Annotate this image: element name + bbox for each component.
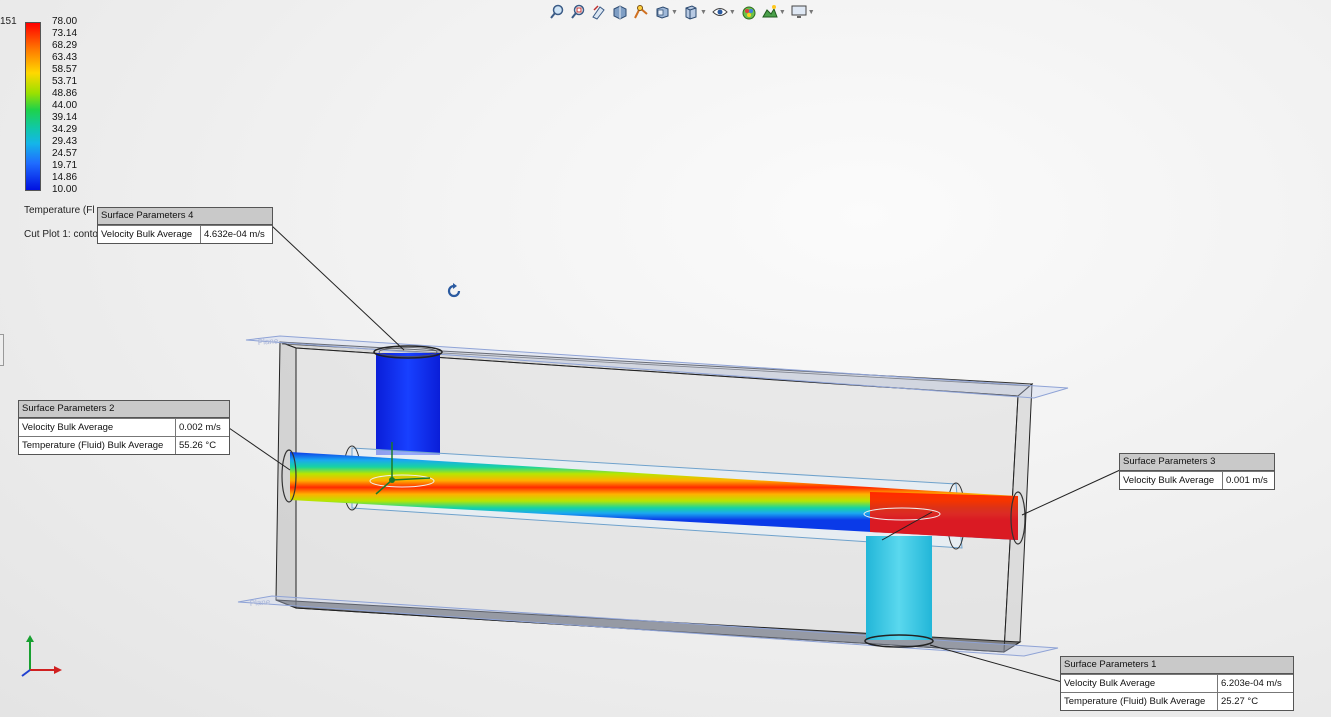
bottom-plane-label: Plane — [249, 597, 271, 608]
chevron-down-icon: ▼ — [778, 8, 786, 16]
legend-color-bar — [25, 22, 41, 191]
display-style-icon — [685, 5, 697, 20]
legend-value: 68.29 — [52, 40, 78, 51]
legend-cut-number: 151 — [0, 16, 17, 27]
display-style-button[interactable]: ▼ — [682, 2, 708, 22]
legend-value: 78.00 — [52, 16, 78, 27]
callout-row: Velocity Bulk Average 0.002 m/s — [19, 418, 229, 436]
appearance-icon — [742, 6, 756, 20]
cold-inlet-pipe[interactable] — [373, 345, 443, 455]
cool-outlet-pipe[interactable] — [864, 536, 934, 648]
callout-title: Surface Parameters 2 — [19, 401, 229, 418]
callout-surface-parameters-2[interactable]: Surface Parameters 2 Velocity Bulk Avera… — [18, 400, 230, 455]
legend-cut-plot-name: Cut Plot 1: conto — [24, 229, 98, 240]
callout-label: Temperature (Fluid) Bulk Average — [19, 437, 176, 454]
eye-icon — [712, 8, 728, 16]
callout-value: 25.27 °C — [1221, 696, 1259, 707]
view-orientation-icon — [656, 6, 669, 19]
chevron-down-icon: ▼ — [807, 8, 815, 16]
view-toolbar: ▼ ▼ ▼ ▼ ▼ — [548, 1, 816, 23]
previous-view-button[interactable] — [590, 2, 608, 22]
apply-scene-button[interactable]: ▼ — [761, 2, 787, 22]
heat-exchanger-model[interactable]: Plane Plane — [0, 0, 1331, 717]
callout-value: 0.001 m/s — [1226, 475, 1268, 486]
callout-label: Velocity Bulk Average — [98, 226, 201, 243]
hide-show-items-button[interactable]: ▼ — [711, 2, 737, 22]
monitor-icon — [791, 5, 807, 18]
dynamic-annotation-button[interactable] — [632, 2, 650, 22]
callout-row: Velocity Bulk Average 4.632e-04 m/s — [98, 225, 272, 243]
top-plane-label: Plane — [257, 336, 279, 347]
legend-value: 34.29 — [52, 124, 78, 135]
callout-value: 0.002 m/s — [179, 422, 221, 433]
legend-value: 39.14 — [52, 112, 78, 123]
legend-value: 73.14 — [52, 28, 78, 39]
pane-collapse-handle[interactable] — [0, 334, 4, 366]
callout-row: Velocity Bulk Average 0.001 m/s — [1120, 471, 1274, 489]
callout-row: Temperature (Fluid) Bulk Average 55.26 °… — [19, 436, 229, 454]
legend-value: 63.43 — [52, 52, 78, 63]
legend-value: 10.00 — [52, 184, 78, 195]
legend-value: 58.57 — [52, 64, 78, 75]
callout-value: 4.632e-04 m/s — [204, 229, 265, 240]
callout-value: 6.203e-04 m/s — [1221, 678, 1282, 689]
view-orientation-button[interactable]: ▼ — [653, 2, 679, 22]
zoom-to-fit-button[interactable] — [548, 2, 566, 22]
callout-title: Surface Parameters 3 — [1120, 454, 1274, 471]
callout-label: Velocity Bulk Average — [1120, 472, 1223, 489]
callout-row: Velocity Bulk Average 6.203e-04 m/s — [1061, 674, 1293, 692]
callout-value: 55.26 °C — [179, 440, 217, 451]
section-view-icon — [613, 5, 627, 20]
magnify-fit-icon — [550, 4, 564, 19]
legend-value: 29.43 — [52, 136, 78, 147]
callout-label: Temperature (Fluid) Bulk Average — [1061, 693, 1218, 710]
zoom-to-area-button[interactable] — [569, 2, 587, 22]
legend-value: 14.86 — [52, 172, 78, 183]
callout-label: Velocity Bulk Average — [1061, 675, 1218, 692]
edit-appearance-button[interactable] — [740, 2, 758, 22]
legend-value: 19.71 — [52, 160, 78, 171]
callout-surface-parameters-1[interactable]: Surface Parameters 1 Velocity Bulk Avera… — [1060, 656, 1294, 711]
chevron-down-icon: ▼ — [728, 8, 736, 16]
callout-title: Surface Parameters 1 — [1061, 657, 1293, 674]
rotate-view-icon[interactable] — [445, 282, 463, 305]
magnify-area-icon — [571, 4, 585, 19]
callout-surface-parameters-3[interactable]: Surface Parameters 3 Velocity Bulk Avera… — [1119, 453, 1275, 490]
chevron-down-icon: ▼ — [699, 8, 707, 16]
legend-value: 53.71 — [52, 76, 78, 87]
legend-value: 24.57 — [52, 148, 78, 159]
callout-title: Surface Parameters 4 — [98, 208, 272, 225]
chevron-down-icon: ▼ — [671, 8, 678, 16]
view-settings-button[interactable]: ▼ — [790, 2, 816, 22]
section-view-button[interactable] — [611, 2, 629, 22]
legend-parameter-name: Temperature (Fl — [24, 205, 95, 216]
callout-label: Velocity Bulk Average — [19, 419, 176, 436]
previous-view-icon — [592, 5, 605, 20]
dynamic-annotation-icon — [634, 5, 648, 19]
xyz-triad-icon — [18, 634, 64, 683]
legend-value: 48.86 — [52, 88, 78, 99]
graphics-viewport[interactable]: Plane Plane ▼ ▼ ▼ ▼ ▼ 151 78.00 73.14 68… — [0, 0, 1331, 717]
scene-icon — [761, 5, 778, 18]
callout-row: Temperature (Fluid) Bulk Average 25.27 °… — [1061, 692, 1293, 710]
legend-value: 44.00 — [52, 100, 78, 111]
callout-surface-parameters-4[interactable]: Surface Parameters 4 Velocity Bulk Avera… — [97, 207, 273, 244]
